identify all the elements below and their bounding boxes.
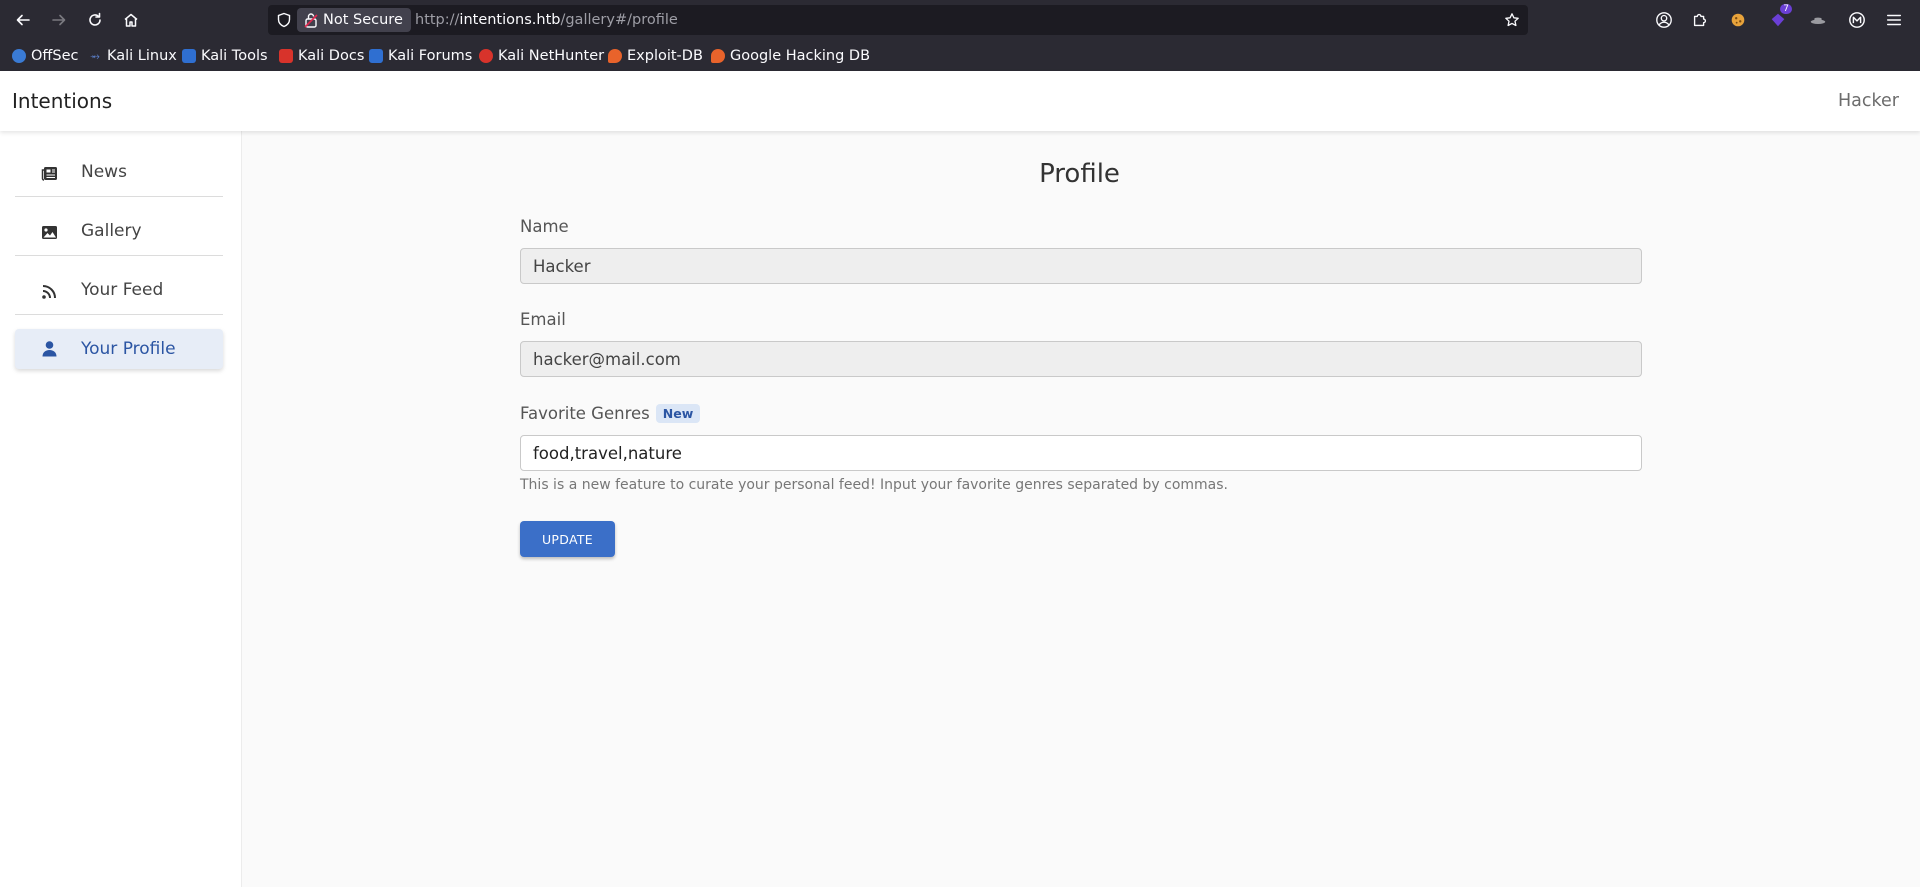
bookmark-label: Kali Forums [388, 48, 473, 64]
bookmark-kali-forums[interactable]: Kali Forums [369, 44, 472, 68]
bookmark-offsec[interactable]: OffSec [12, 44, 79, 68]
sidebar-item-label: Your Profile [81, 339, 176, 359]
main-content: Profile Name Email Favorite Genres New T… [242, 131, 1920, 887]
email-field[interactable] [520, 341, 1642, 377]
offsec-icon [12, 49, 26, 63]
genres-label: Favorite Genres New [520, 404, 701, 423]
home-button[interactable] [116, 6, 146, 34]
bookmark-label: OffSec [31, 48, 79, 64]
m-circle-extension-icon[interactable] [1847, 10, 1867, 30]
sidebar-item-your-profile[interactable]: Your Profile [15, 329, 223, 369]
genres-input[interactable] [520, 435, 1642, 471]
back-button[interactable] [8, 6, 38, 34]
url-path: /gallery#/profile [560, 12, 678, 28]
kali-forums-icon [369, 49, 383, 63]
name-label: Name [520, 217, 569, 236]
sidebar-item-your-feed[interactable]: Your Feed [15, 267, 223, 315]
extensions-puzzle-icon[interactable] [1690, 10, 1710, 30]
bookmark-label: Kali NetHunter [498, 48, 605, 64]
arrow-right-icon [52, 14, 66, 26]
browser-chrome: Not Secure http://intentions.htb/gallery… [0, 0, 1920, 71]
forward-button[interactable] [44, 6, 74, 34]
cookie-extension-icon[interactable] [1728, 10, 1748, 30]
bookmark-label: Kali Linux [107, 48, 177, 64]
sidebar-item-label: Gallery [81, 221, 142, 241]
bookmark-kali-nethunter[interactable]: Kali NetHunter [479, 44, 604, 68]
kali-tools-icon [182, 49, 196, 63]
nethunter-icon [479, 49, 493, 63]
app-header: Intentions Hacker [0, 71, 1920, 131]
email-label-text: Email [520, 310, 566, 329]
exploit-db-icon [608, 49, 622, 63]
extension-badge: 7 [1780, 4, 1792, 14]
email-label: Email [520, 310, 566, 329]
shield-icon[interactable] [276, 12, 292, 28]
arrow-left-icon [16, 14, 30, 26]
bookmark-kali-tools[interactable]: Kali Tools [182, 44, 268, 68]
bookmark-kali-docs[interactable]: Kali Docs [279, 44, 364, 68]
image-icon [42, 226, 57, 239]
sidebar-item-gallery[interactable]: Gallery [15, 208, 223, 256]
newspaper-icon [41, 167, 57, 181]
genres-label-text: Favorite Genres [520, 404, 650, 423]
url-bar[interactable]: Not Secure http://intentions.htb/gallery… [268, 5, 1528, 35]
ghdb-icon [711, 49, 725, 63]
new-badge: New [655, 404, 701, 423]
bookmark-label: Google Hacking DB [730, 48, 871, 64]
sidebar-item-label: Your Feed [81, 280, 164, 300]
kali-dragon-icon: ⥇ [88, 49, 102, 63]
update-button[interactable]: UPDATE [520, 521, 615, 557]
bookmark-star-icon[interactable] [1504, 12, 1520, 28]
name-field[interactable] [520, 248, 1642, 284]
sidebar-item-news[interactable]: News [15, 149, 223, 197]
genres-help-text: This is a new feature to curate your per… [520, 477, 1229, 493]
bookmarks-bar: OffSec ⥇ Kali Linux Kali Tools Kali Docs … [0, 44, 1920, 68]
url-text[interactable]: http://intentions.htb/gallery#/profile [415, 5, 678, 35]
user-icon [42, 341, 57, 357]
reload-icon [89, 12, 101, 26]
bookmark-kali-linux[interactable]: ⥇ Kali Linux [88, 44, 177, 68]
broken-lock-icon [304, 13, 318, 28]
user-menu[interactable]: Hacker [1838, 71, 1899, 131]
purple-extension-icon[interactable]: 7 [1768, 4, 1792, 30]
bookmark-label: Exploit-DB [627, 48, 703, 64]
bookmark-label: Kali Tools [201, 48, 268, 64]
sidebar: News Gallery Your Feed Your Profile [0, 131, 242, 887]
security-label: Not Secure [323, 12, 403, 28]
bookmark-exploit-db[interactable]: Exploit-DB [608, 44, 703, 68]
hat-extension-icon[interactable] [1808, 10, 1828, 30]
rss-icon [42, 285, 56, 299]
brand-title[interactable]: Intentions [12, 71, 112, 131]
home-icon [124, 13, 138, 27]
bookmark-label: Kali Docs [298, 48, 365, 64]
account-icon[interactable] [1654, 10, 1674, 30]
browser-toolbar: Not Secure http://intentions.htb/gallery… [0, 0, 1920, 40]
bookmark-google-hacking-db[interactable]: Google Hacking DB [711, 44, 870, 68]
page-title: Profile [1039, 159, 1120, 189]
url-prefix: http:// [415, 12, 460, 28]
menu-icon[interactable] [1884, 10, 1904, 30]
name-label-text: Name [520, 217, 569, 236]
reload-button[interactable] [80, 6, 110, 34]
security-indicator[interactable]: Not Secure [297, 8, 411, 32]
kali-docs-icon [279, 49, 293, 63]
sidebar-item-label: News [81, 162, 127, 182]
url-host: intentions.htb [459, 12, 561, 28]
